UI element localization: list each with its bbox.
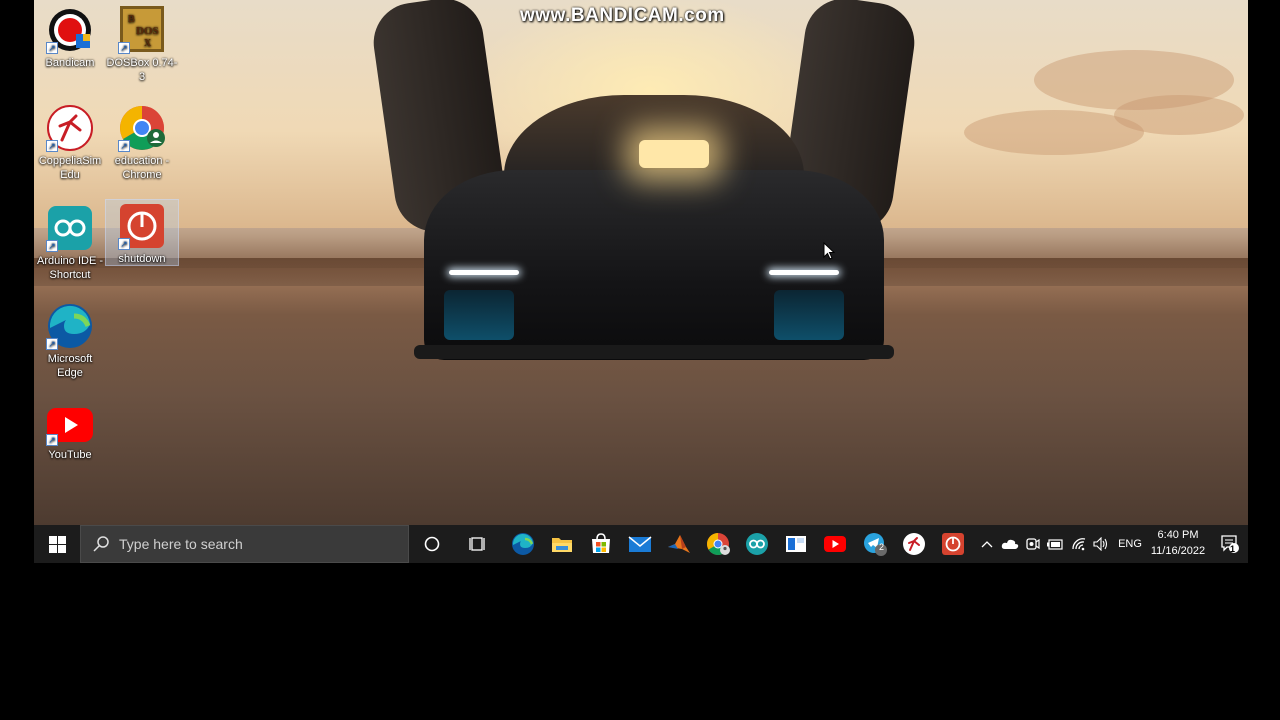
desktop-icon-edge[interactable]: ↗ Microsoft Edge <box>34 300 106 380</box>
windows-logo-icon <box>48 535 66 553</box>
taskbar-youtube[interactable] <box>816 525 854 563</box>
taskbar-telegram[interactable]: 2 <box>856 525 894 563</box>
desktop-icon-shutdown[interactable]: ↗ shutdown <box>105 199 179 266</box>
desktop-icon-youtube[interactable]: ↗ YouTube <box>34 404 106 462</box>
desktop-icon-bandicam[interactable]: ↗ Bandicam <box>34 4 106 70</box>
svg-text:X: X <box>144 38 152 49</box>
car-image <box>368 0 920 370</box>
edge-icon <box>512 533 534 555</box>
clock-time: 6:40 PM <box>1157 529 1199 541</box>
desktop-icon-label: CoppeliaSim Edu <box>38 155 102 181</box>
search-box[interactable]: Type here to search <box>80 525 409 563</box>
task-view-icon <box>469 537 485 551</box>
taskbar-chrome[interactable] <box>699 525 737 563</box>
meet-now-tray[interactable] <box>1022 525 1044 563</box>
show-hidden-icons-button[interactable] <box>977 525 997 563</box>
taskbar-microsoft-store[interactable] <box>582 525 620 563</box>
mouse-cursor <box>823 241 836 265</box>
coppeliasim-icon <box>903 533 925 555</box>
language-label: ENG <box>1118 538 1142 550</box>
speaker-icon <box>1093 537 1108 551</box>
taskbar-shutdown[interactable] <box>934 525 972 563</box>
wifi-tray[interactable] <box>1068 525 1090 563</box>
matlab-icon <box>668 535 690 553</box>
language-indicator[interactable]: ENG <box>1114 525 1146 563</box>
taskbar-mail[interactable] <box>621 525 659 563</box>
camera-icon <box>1026 538 1040 550</box>
edge-icon: ↗ <box>46 302 94 350</box>
start-button[interactable] <box>34 525 80 563</box>
wallpaper <box>34 0 1248 525</box>
bandicam-watermark: www.BANDICAM.com <box>520 5 725 26</box>
youtube-icon <box>824 536 846 552</box>
taskbar-matlab[interactable] <box>660 525 698 563</box>
chevron-up-icon <box>981 541 993 548</box>
search-icon <box>93 536 109 552</box>
desktop-icon-coppeliasim[interactable]: ↗ CoppeliaSim Edu <box>34 102 106 182</box>
bandicam-icon: ↗ <box>46 6 94 54</box>
desktop-icon-label: education - Chrome <box>114 155 170 181</box>
svg-text:B: B <box>128 14 135 25</box>
wifi-icon <box>1072 538 1086 551</box>
volume-tray[interactable] <box>1090 525 1112 563</box>
taskbar-arduino[interactable] <box>738 525 776 563</box>
svg-text:DOS: DOS <box>136 25 159 37</box>
cortana-icon <box>424 536 440 552</box>
cortana-button[interactable] <box>414 525 450 563</box>
shutdown-icon: ↗ <box>118 202 166 250</box>
desktop-icon-dosbox[interactable]: B DOS X ↗ DOSBox 0.74-3 <box>106 4 178 84</box>
chrome-icon: ↗ <box>118 104 166 152</box>
desktop-icon-label: Microsoft Edge <box>47 353 93 379</box>
arduino-icon: ↗ <box>46 204 94 252</box>
desktop-screen: www.BANDICAM.com ↗ Bandicam B DOS X ↗ DOSB… <box>34 0 1248 563</box>
clock[interactable]: 6:40 PM 11/16/2022 <box>1146 527 1210 559</box>
desktop-icon-label: DOSBox 0.74-3 <box>106 57 178 83</box>
taskbar: Type here to search 2 ENG 6:40 PM 11/16/… <box>34 525 1248 563</box>
taskbar-edge[interactable] <box>504 525 542 563</box>
desktop-icon-chrome[interactable]: ↗ education - Chrome <box>106 102 178 182</box>
clock-date: 11/16/2022 <box>1150 545 1206 557</box>
battery-tray[interactable] <box>1044 525 1066 563</box>
dosbox-icon: B DOS X ↗ <box>118 6 166 54</box>
cloud-icon <box>1001 539 1019 549</box>
coppeliasim-icon: ↗ <box>46 104 94 152</box>
task-view-button[interactable] <box>460 525 496 563</box>
file-explorer-icon <box>552 538 572 552</box>
telegram-badge: 2 <box>879 542 885 552</box>
desktop-icon-arduino[interactable]: ↗ Arduino IDE - Shortcut <box>34 202 106 282</box>
search-placeholder: Type here to search <box>119 536 243 552</box>
whiteboard-icon <box>786 536 806 552</box>
desktop-icon-label: Arduino IDE - Shortcut <box>36 255 104 281</box>
desktop-icon-label: Bandicam <box>45 57 95 69</box>
taskbar-file-explorer[interactable] <box>543 525 581 563</box>
arduino-icon <box>746 533 768 555</box>
mail-icon <box>628 536 652 552</box>
action-center-button[interactable]: 1 <box>1216 525 1244 563</box>
desktop-icon-label: shutdown <box>118 253 166 265</box>
onedrive-tray[interactable] <box>999 525 1021 563</box>
taskbar-whiteboard[interactable] <box>777 525 815 563</box>
taskbar-coppeliasim[interactable] <box>895 525 933 563</box>
shutdown-icon <box>942 533 964 555</box>
telegram-icon <box>864 533 887 556</box>
chrome-icon <box>707 533 730 555</box>
battery-icon <box>1047 539 1063 550</box>
microsoft-store-icon <box>592 533 610 553</box>
youtube-icon: ↗ <box>46 406 94 446</box>
desktop-icon-label: YouTube <box>48 449 92 461</box>
notification-count: 1 <box>1230 544 1236 554</box>
